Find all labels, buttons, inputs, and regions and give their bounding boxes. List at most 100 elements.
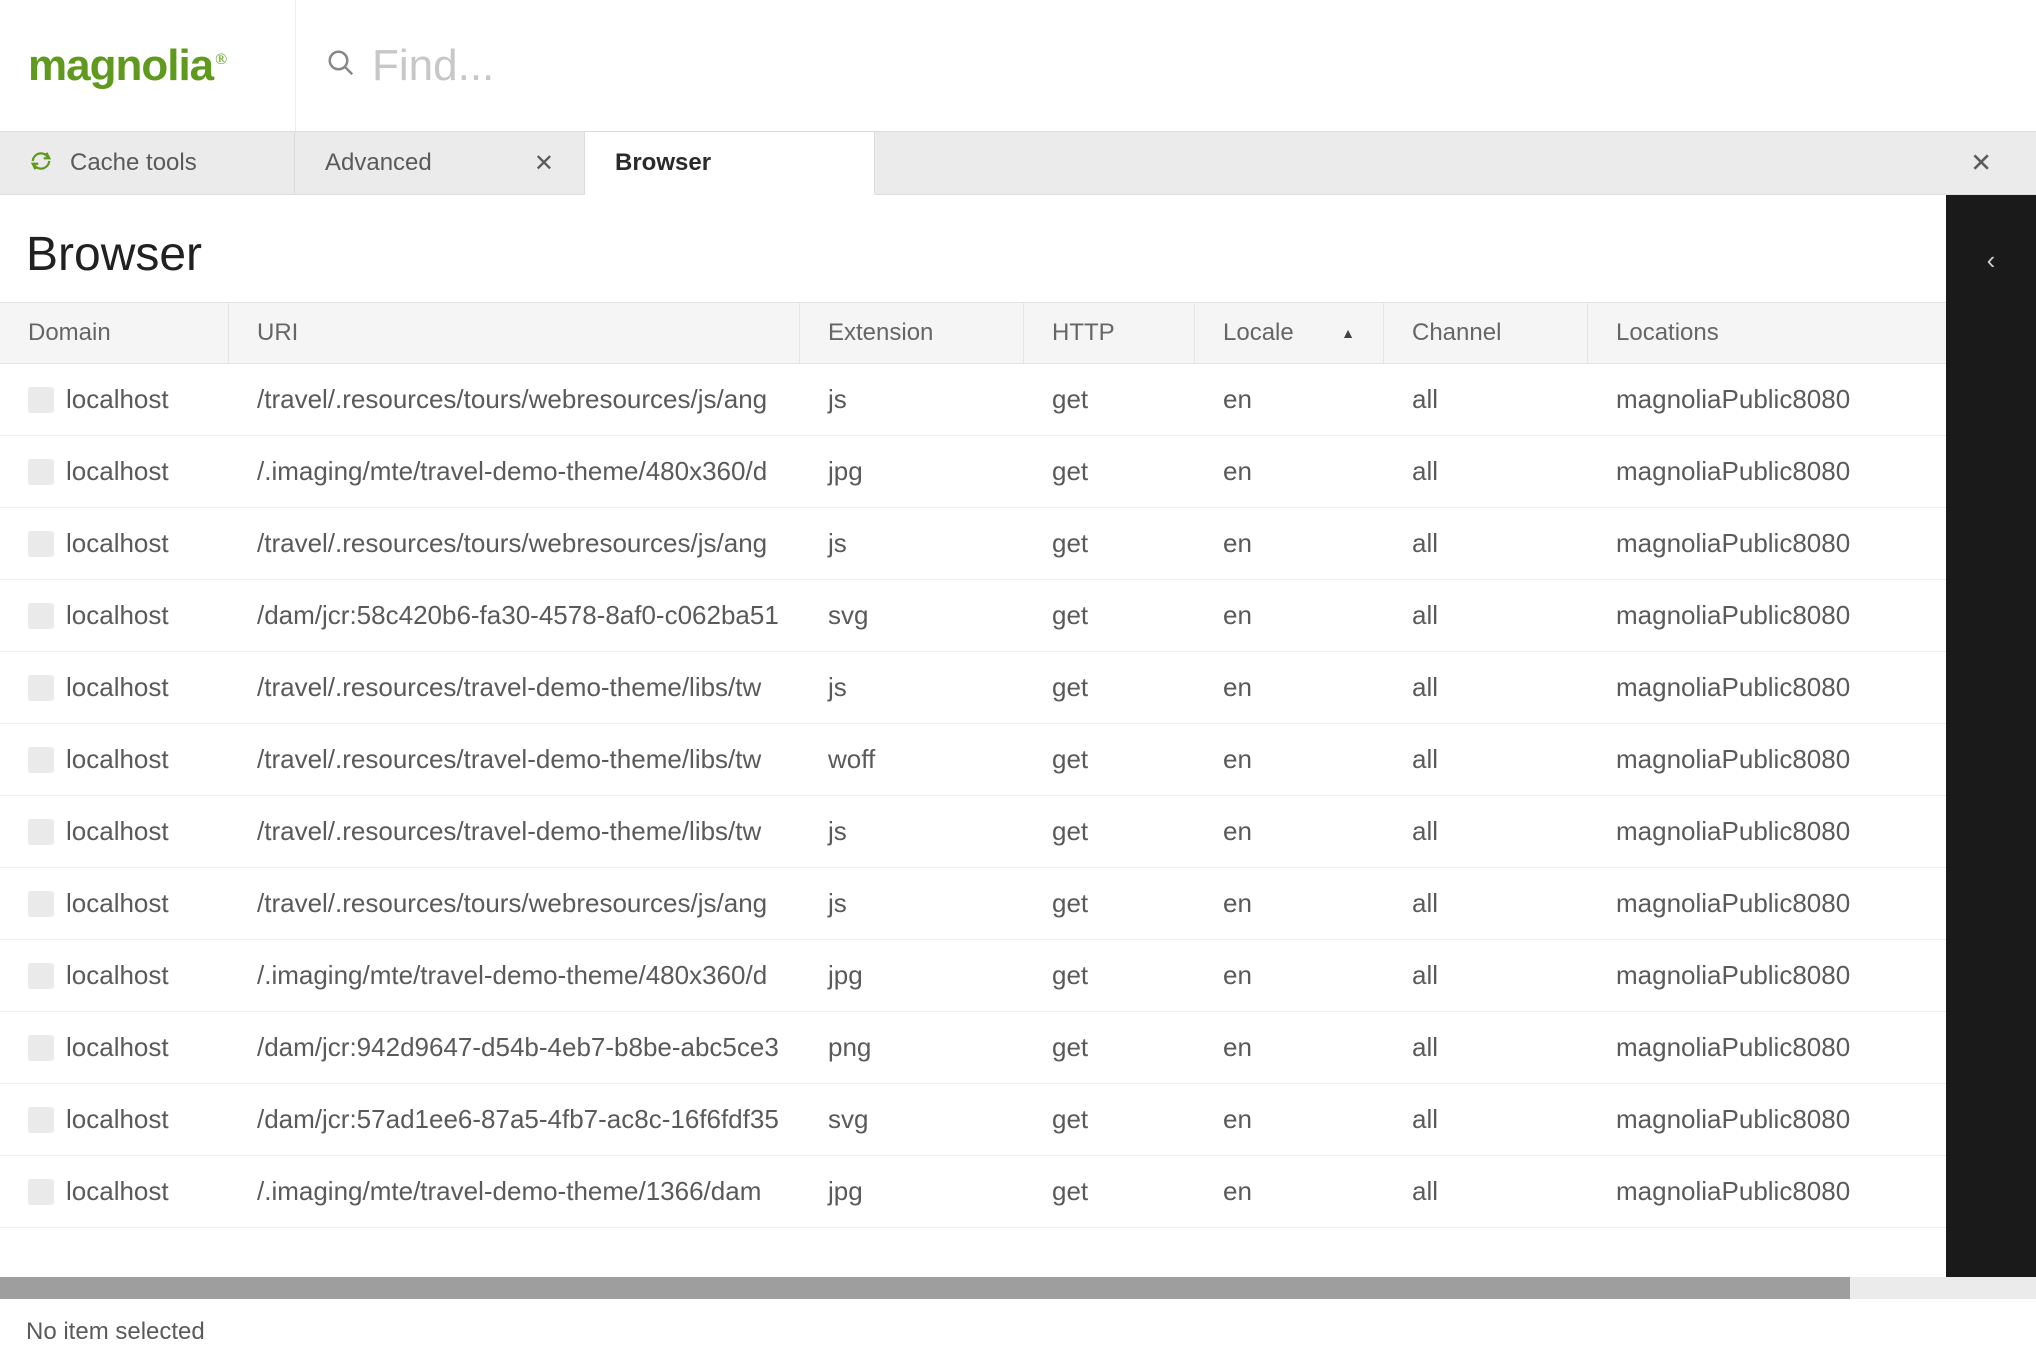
- cell-extension: js: [800, 384, 1024, 415]
- table-row[interactable]: localhost/travel/.resources/tours/webres…: [0, 868, 1946, 940]
- col-header-extension[interactable]: Extension: [800, 303, 1024, 363]
- file-icon: [28, 963, 54, 989]
- cell-http: get: [1024, 456, 1195, 487]
- table-row[interactable]: localhost/travel/.resources/tours/webres…: [0, 364, 1946, 436]
- page-title: Browser: [0, 195, 1946, 302]
- main-panel: Browser Domain URI Extension HTTP Locale…: [0, 195, 1946, 1277]
- cell-extension: jpg: [800, 1176, 1024, 1207]
- cell-http: get: [1024, 888, 1195, 919]
- cell-locale: en: [1195, 672, 1384, 703]
- cell-locations: magnoliaPublic8080: [1588, 1032, 1946, 1063]
- app-header: magnolia®: [0, 0, 2036, 131]
- cell-extension: js: [800, 888, 1024, 919]
- cell-locale: en: [1195, 888, 1384, 919]
- search-icon: [326, 48, 356, 83]
- cell-domain: localhost: [0, 1032, 229, 1063]
- logo-registered: ®: [215, 51, 227, 69]
- table-row[interactable]: localhost/travel/.resources/travel-demo-…: [0, 724, 1946, 796]
- search-bar: [295, 0, 2036, 131]
- cell-domain: localhost: [0, 600, 229, 631]
- file-icon: [28, 531, 54, 557]
- table-row[interactable]: localhost/dam/jcr:58c420b6-fa30-4578-8af…: [0, 580, 1946, 652]
- table-body[interactable]: localhost/travel/.resources/tours/webres…: [0, 364, 1946, 1277]
- table-row[interactable]: localhost/.imaging/mte/travel-demo-theme…: [0, 436, 1946, 508]
- search-input[interactable]: [372, 41, 1072, 91]
- table-row[interactable]: localhost/travel/.resources/travel-demo-…: [0, 796, 1946, 868]
- cell-channel: all: [1384, 888, 1588, 919]
- col-header-channel[interactable]: Channel: [1384, 303, 1588, 363]
- table-row[interactable]: localhost/travel/.resources/travel-demo-…: [0, 652, 1946, 724]
- file-icon: [28, 603, 54, 629]
- cell-uri: /travel/.resources/tours/webresources/js…: [229, 528, 800, 559]
- col-header-http[interactable]: HTTP: [1024, 303, 1195, 363]
- cell-locations: magnoliaPublic8080: [1588, 960, 1946, 991]
- cell-http: get: [1024, 960, 1195, 991]
- cell-domain: localhost: [0, 456, 229, 487]
- cell-http: get: [1024, 744, 1195, 775]
- cell-http: get: [1024, 384, 1195, 415]
- file-icon: [28, 387, 54, 413]
- table-row[interactable]: localhost/.imaging/mte/travel-demo-theme…: [0, 1156, 1946, 1228]
- col-header-domain[interactable]: Domain: [0, 303, 229, 363]
- close-icon[interactable]: ✕: [534, 149, 554, 178]
- cell-extension: js: [800, 816, 1024, 847]
- close-all-icon[interactable]: ✕: [1970, 148, 1992, 179]
- cell-domain: localhost: [0, 888, 229, 919]
- tab-label: Browser: [615, 149, 711, 177]
- logo-text: magnolia: [28, 41, 213, 91]
- tab-label: Cache tools: [70, 149, 197, 177]
- cell-uri: /.imaging/mte/travel-demo-theme/480x360/…: [229, 456, 800, 487]
- content-area: Browser Domain URI Extension HTTP Locale…: [0, 195, 2036, 1277]
- cell-domain: localhost: [0, 1176, 229, 1207]
- cell-locations: magnoliaPublic8080: [1588, 528, 1946, 559]
- col-header-locations[interactable]: Locations: [1588, 303, 1946, 363]
- table-header-row: Domain URI Extension HTTP Locale▲ Channe…: [0, 302, 1946, 364]
- cell-locations: magnoliaPublic8080: [1588, 816, 1946, 847]
- cell-http: get: [1024, 672, 1195, 703]
- tab-home-cache-tools[interactable]: Cache tools: [0, 132, 295, 194]
- cell-uri: /travel/.resources/travel-demo-theme/lib…: [229, 672, 800, 703]
- status-text: No item selected: [26, 1318, 205, 1346]
- scrollbar-thumb[interactable]: [0, 1277, 1850, 1299]
- cell-uri: /travel/.resources/travel-demo-theme/lib…: [229, 816, 800, 847]
- cell-locations: magnoliaPublic8080: [1588, 1104, 1946, 1135]
- col-header-uri[interactable]: URI: [229, 303, 800, 363]
- cell-extension: js: [800, 672, 1024, 703]
- cell-locale: en: [1195, 744, 1384, 775]
- cell-locale: en: [1195, 384, 1384, 415]
- file-icon: [28, 819, 54, 845]
- cell-uri: /dam/jcr:942d9647-d54b-4eb7-b8be-abc5ce3: [229, 1032, 800, 1063]
- table-row[interactable]: localhost/dam/jcr:57ad1ee6-87a5-4fb7-ac8…: [0, 1084, 1946, 1156]
- cell-locale: en: [1195, 528, 1384, 559]
- file-icon: [28, 747, 54, 773]
- cell-extension: woff: [800, 744, 1024, 775]
- cell-locations: magnoliaPublic8080: [1588, 744, 1946, 775]
- table-row[interactable]: localhost/travel/.resources/tours/webres…: [0, 508, 1946, 580]
- cell-locale: en: [1195, 456, 1384, 487]
- cell-uri: /dam/jcr:58c420b6-fa30-4578-8af0-c062ba5…: [229, 600, 800, 631]
- tab-browser[interactable]: Browser: [585, 132, 875, 195]
- cell-channel: all: [1384, 384, 1588, 415]
- cell-locale: en: [1195, 816, 1384, 847]
- sort-asc-icon: ▲: [1341, 325, 1355, 341]
- col-header-locale[interactable]: Locale▲: [1195, 303, 1384, 363]
- table-row[interactable]: localhost/.imaging/mte/travel-demo-theme…: [0, 940, 1946, 1012]
- cell-domain: localhost: [0, 384, 229, 415]
- file-icon: [28, 1107, 54, 1133]
- brand-logo[interactable]: magnolia®: [0, 0, 295, 131]
- tab-advanced[interactable]: Advanced ✕: [295, 132, 585, 194]
- table-row[interactable]: localhost/dam/jcr:942d9647-d54b-4eb7-b8b…: [0, 1012, 1946, 1084]
- cell-domain: localhost: [0, 960, 229, 991]
- cell-uri: /travel/.resources/tours/webresources/js…: [229, 384, 800, 415]
- actions-panel-collapsed: ‹: [1946, 195, 2036, 1277]
- cell-locale: en: [1195, 960, 1384, 991]
- tab-label: Advanced: [325, 149, 432, 177]
- cell-http: get: [1024, 1032, 1195, 1063]
- cell-uri: /travel/.resources/tours/webresources/js…: [229, 888, 800, 919]
- cell-extension: png: [800, 1032, 1024, 1063]
- chevron-left-icon[interactable]: ‹: [1987, 245, 1996, 1277]
- horizontal-scrollbar[interactable]: [0, 1277, 2036, 1299]
- cell-extension: jpg: [800, 960, 1024, 991]
- cell-channel: all: [1384, 960, 1588, 991]
- cell-channel: all: [1384, 672, 1588, 703]
